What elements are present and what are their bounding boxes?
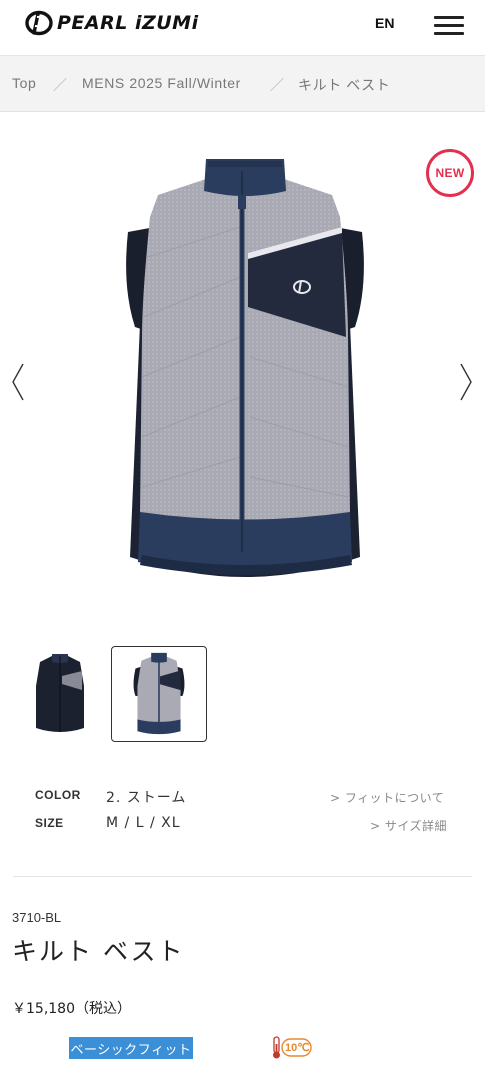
prev-arrow-icon[interactable] bbox=[10, 362, 26, 402]
size-label: SIZE bbox=[35, 816, 64, 830]
color-value: 2. ストーム bbox=[106, 790, 187, 806]
size-detail-link[interactable]: > サイズ詳細 bbox=[370, 817, 447, 834]
size-value: M / L / XL bbox=[106, 815, 181, 831]
site-header: PEARL iZUMi EN bbox=[0, 0, 485, 56]
breadcrumb-category[interactable]: MENS 2025 Fall/Winter bbox=[82, 75, 241, 91]
breadcrumb-separator: ／ bbox=[53, 77, 67, 93]
thumbnail-black[interactable] bbox=[12, 646, 108, 742]
section-divider bbox=[13, 876, 472, 877]
breadcrumb-top[interactable]: Top bbox=[12, 75, 36, 91]
thumbnail-black-image bbox=[36, 654, 84, 732]
product-title: キルト ベスト bbox=[12, 937, 185, 966]
new-badge-label: NEW bbox=[435, 166, 465, 180]
brand-logo[interactable]: PEARL iZUMi bbox=[24, 10, 199, 36]
color-label: COLOR bbox=[35, 788, 81, 802]
temperature-value: 10℃ bbox=[285, 1042, 310, 1054]
product-image-carousel[interactable]: NEW bbox=[0, 112, 485, 622]
fit-info-link[interactable]: > フィットについて bbox=[330, 789, 444, 806]
fit-type-badge: ベーシックフィット bbox=[69, 1037, 193, 1059]
thumbnail-storm[interactable] bbox=[111, 646, 207, 742]
language-switch[interactable]: EN bbox=[375, 15, 394, 31]
temperature-badge: 10℃ bbox=[271, 1036, 313, 1060]
hamburger-menu-icon[interactable] bbox=[434, 14, 464, 36]
brand-name: PEARL iZUMi bbox=[57, 12, 199, 34]
breadcrumb: Top ／ MENS 2025 Fall/Winter ／ キルト ベスト bbox=[0, 56, 485, 112]
product-price: ￥15,180（税込） bbox=[12, 1001, 131, 1017]
new-badge: NEW bbox=[426, 149, 474, 197]
breadcrumb-separator: ／ bbox=[270, 77, 284, 93]
next-arrow-icon[interactable] bbox=[458, 362, 474, 402]
breadcrumb-current: キルト ベスト bbox=[298, 77, 391, 93]
thumbnail-storm-image bbox=[133, 652, 185, 735]
brand-logo-mark-icon bbox=[25, 10, 53, 36]
product-main-image bbox=[126, 159, 364, 577]
product-sku: 3710-BL bbox=[12, 910, 62, 925]
